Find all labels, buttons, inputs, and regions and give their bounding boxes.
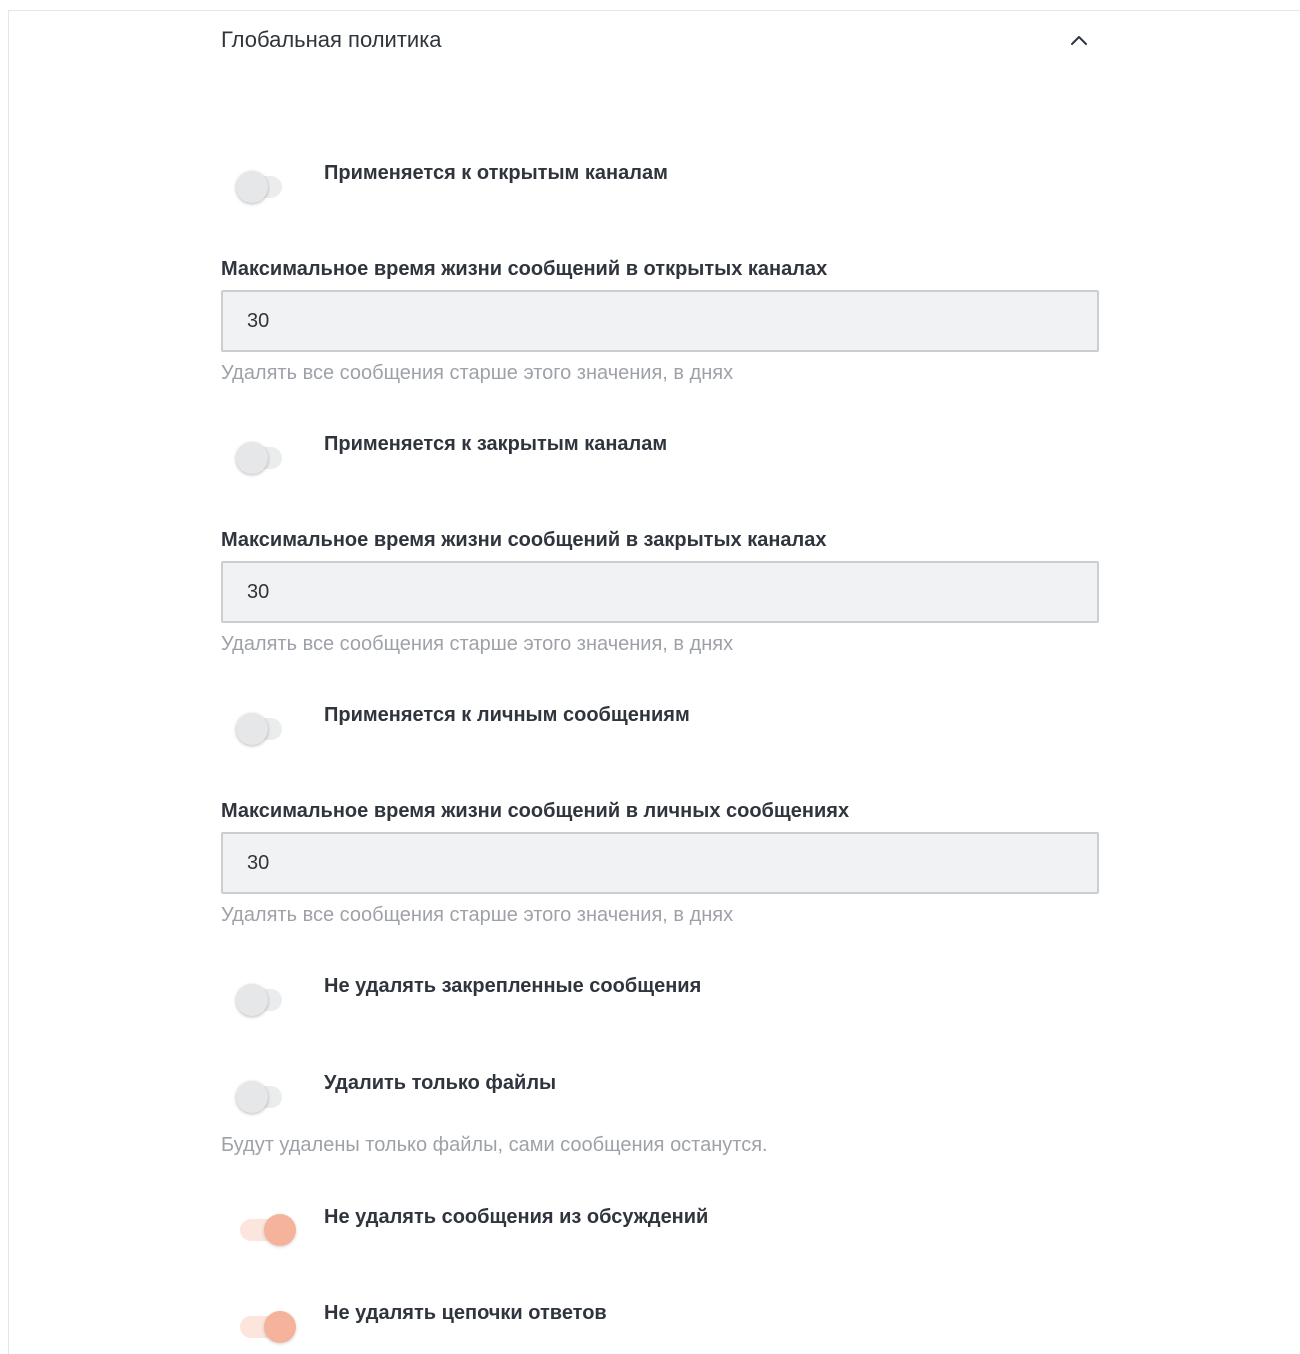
section-title: Глобальная политика bbox=[221, 27, 442, 52]
field-label-private-max-age: Максимальное время жизни сообщений в зак… bbox=[221, 529, 827, 551]
toggle-knob bbox=[236, 984, 268, 1016]
hint-files-only: Будут удалены только файлы, сами сообщен… bbox=[221, 1134, 768, 1156]
toggle-label-files-only: Удалить только файлы bbox=[324, 1072, 557, 1094]
hint-private-max-age: Удалять все сообщения старше этого значе… bbox=[221, 633, 734, 655]
toggle-apply-direct-messages[interactable] bbox=[223, 709, 287, 745]
toggle-label-threads: Не удалять цепочки ответов bbox=[324, 1302, 607, 1324]
toggle-apply-public-channels[interactable] bbox=[223, 167, 287, 203]
toggle-label-direct-messages: Применяется к личным сообщениям bbox=[324, 704, 690, 726]
chevron-up-icon[interactable] bbox=[1065, 26, 1093, 54]
toggle-label-private-channels: Применяется к закрытым каналам bbox=[324, 433, 668, 455]
field-label-public-max-age: Максимальное время жизни сообщений в отк… bbox=[221, 258, 828, 280]
toggle-apply-private-channels[interactable] bbox=[223, 438, 287, 474]
toggle-knob bbox=[264, 1311, 296, 1343]
toggle-label-pinned: Не удалять закрепленные сообщения bbox=[324, 975, 702, 997]
toggle-knob bbox=[236, 1081, 268, 1113]
field-label-direct-max-age: Максимальное время жизни сообщений в лич… bbox=[221, 800, 850, 822]
hint-public-max-age: Удалять все сообщения старше этого значе… bbox=[221, 362, 734, 384]
toggle-knob bbox=[236, 442, 268, 474]
toggle-knob bbox=[236, 713, 268, 745]
direct-max-age-input[interactable] bbox=[221, 832, 1099, 894]
toggle-knob bbox=[264, 1214, 296, 1246]
public-max-age-input[interactable] bbox=[221, 290, 1099, 352]
hint-direct-max-age: Удалять все сообщения старше этого значе… bbox=[221, 904, 734, 926]
toggle-exclude-discussions[interactable] bbox=[223, 1210, 296, 1246]
toggle-exclude-threads[interactable] bbox=[223, 1307, 296, 1343]
toggle-files-only[interactable] bbox=[223, 1077, 287, 1113]
private-max-age-input[interactable] bbox=[221, 561, 1099, 623]
section-header-global-policy[interactable]: Глобальная политика bbox=[221, 24, 1101, 56]
toggle-exclude-pinned[interactable] bbox=[223, 980, 287, 1016]
toggle-knob bbox=[236, 171, 268, 203]
toggle-label-discussions: Не удалять сообщения из обсуждений bbox=[324, 1206, 709, 1228]
toggle-label-public-channels: Применяется к открытым каналам bbox=[324, 162, 668, 184]
